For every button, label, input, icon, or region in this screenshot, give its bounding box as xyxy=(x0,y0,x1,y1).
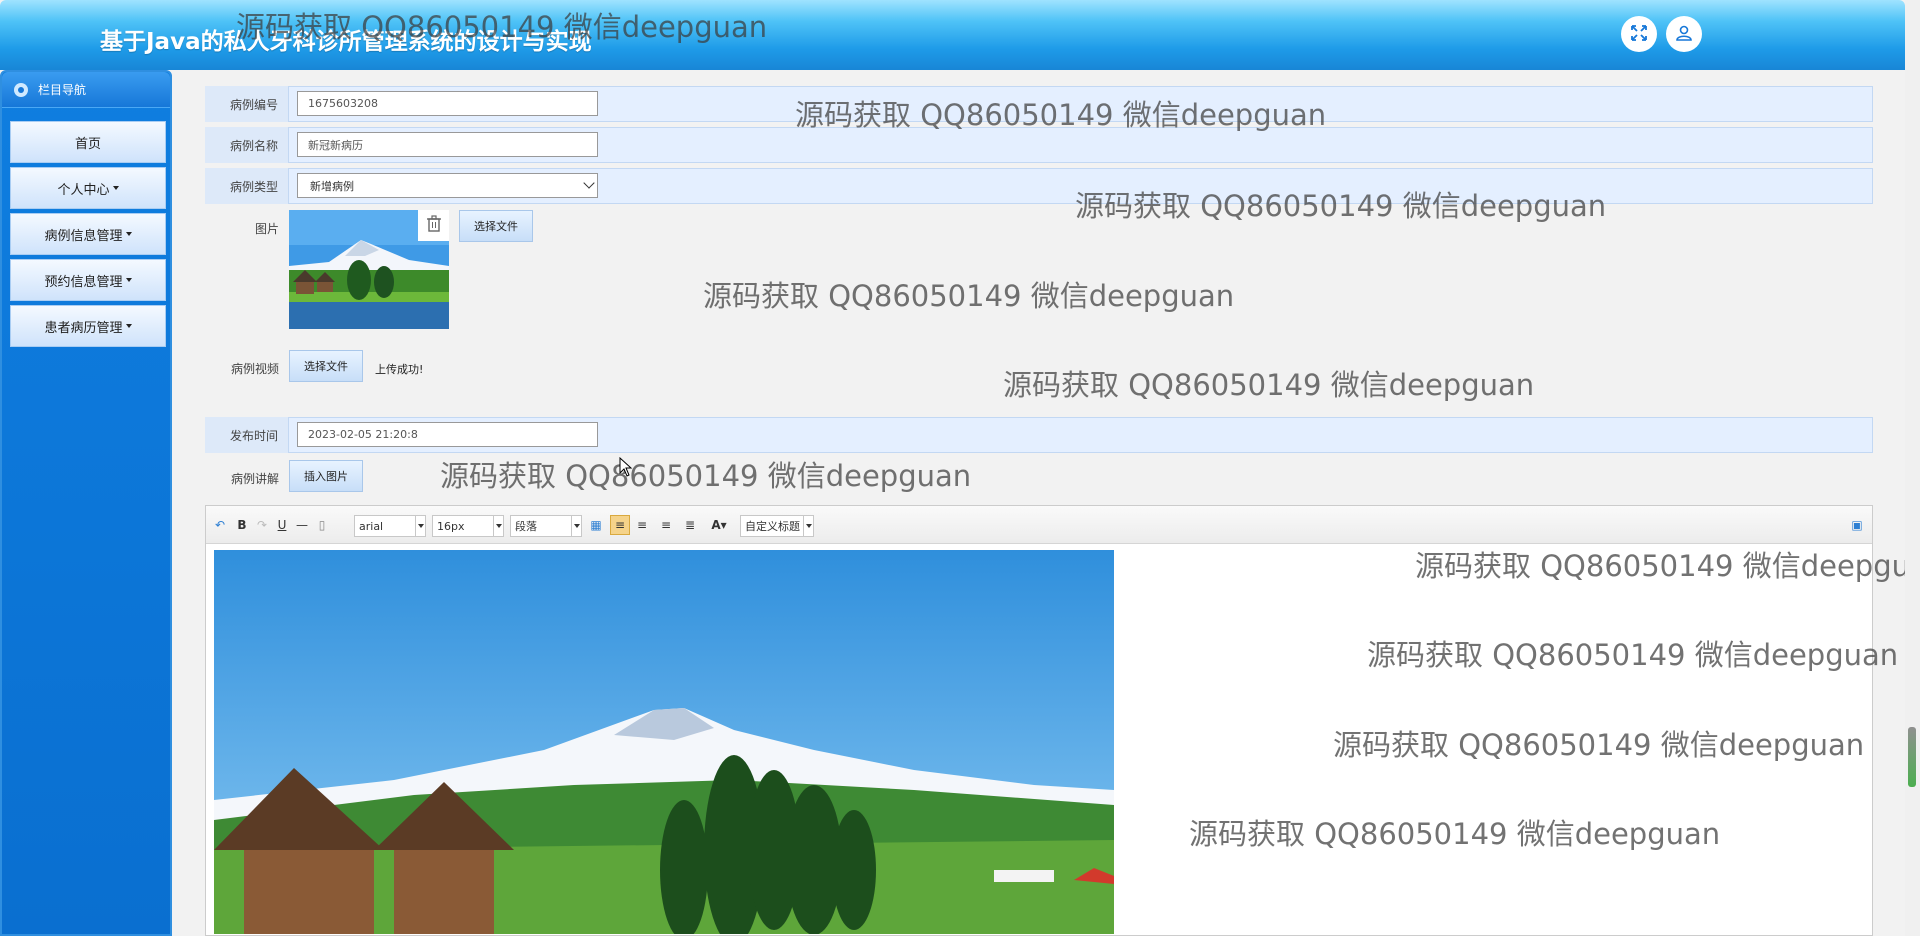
app-title: 基于Java的私人牙科诊所管理系统的设计与实现 xyxy=(100,29,592,55)
caret-down-icon xyxy=(112,186,119,190)
custom-title-select[interactable]: 自定义标题 xyxy=(740,515,814,537)
case-number-label: 病例编号 xyxy=(205,86,289,122)
sidebar-item-label: 预约信息管理 xyxy=(44,274,123,290)
sidebar: 栏目导航 首页 个人中心 病例信息管理 预约信息管理 患者病历管理 xyxy=(0,70,172,936)
explanation-label: 病例讲解 xyxy=(230,471,279,486)
case-type-label: 病例类型 xyxy=(205,168,289,204)
table-button[interactable]: ▦ xyxy=(588,515,604,535)
sidebar-heading-label: 栏目导航 xyxy=(38,83,87,97)
undo-icon: ↶ xyxy=(214,518,226,532)
case-type-select[interactable]: 新增病例 xyxy=(297,173,598,198)
table-icon: ▦ xyxy=(590,518,602,532)
bold-button[interactable]: B xyxy=(234,515,250,535)
undo-button[interactable]: ↶ xyxy=(212,515,228,535)
document-icon: ▯ xyxy=(318,518,326,532)
page-break-button[interactable]: ▯ xyxy=(314,515,330,535)
delete-image-button[interactable] xyxy=(418,210,449,241)
align-left-icon: ≡ xyxy=(614,518,626,532)
sidebar-item-personal-center[interactable]: 个人中心 xyxy=(10,167,166,209)
chevron-down-icon xyxy=(415,516,425,536)
image-label: 图片 xyxy=(254,221,279,236)
font-size-value: 16px xyxy=(437,519,465,533)
trash-icon xyxy=(426,215,442,236)
redo-icon: ↷ xyxy=(256,518,268,532)
fullscreen-icon xyxy=(1629,23,1649,46)
rich-text-editor: ↶ B ↷ U — ▯ arial 16px 段落 ▦ ≡ ≡ ≡ ≣ A▾ 自… xyxy=(205,505,1873,936)
publish-time-label: 发布时间 xyxy=(205,417,289,453)
nav-bullet-icon xyxy=(14,82,28,97)
underline-button[interactable]: U xyxy=(274,515,290,535)
chevron-down-icon xyxy=(803,516,813,536)
sidebar-item-label: 首页 xyxy=(74,136,101,152)
watermark-text: 源码获取 QQ86050149 微信deepguan xyxy=(440,459,972,493)
chevron-down-icon xyxy=(583,177,595,189)
scrollbar-thumb[interactable] xyxy=(1908,727,1916,787)
app-header: 基于Java的私人牙科诊所管理系统的设计与实现 xyxy=(0,0,1905,70)
font-family-select[interactable]: arial xyxy=(354,515,426,537)
align-center-button[interactable]: ≡ xyxy=(658,515,674,535)
video-label: 病例视频 xyxy=(230,361,279,376)
case-name-label: 病例名称 xyxy=(205,127,289,163)
align-right-icon: ≡ xyxy=(636,518,648,532)
mouse-cursor-icon xyxy=(619,456,633,480)
align-justify-button[interactable]: ≣ xyxy=(682,515,698,535)
sidebar-item-label: 病例信息管理 xyxy=(44,228,123,244)
custom-title-value: 自定义标题 xyxy=(745,520,800,533)
sidebar-item-case-info[interactable]: 病例信息管理 xyxy=(10,213,166,255)
fullscreen-editor-icon: ▣ xyxy=(1851,518,1863,532)
choose-video-button[interactable]: 选择文件 xyxy=(289,350,363,382)
publish-time-input[interactable] xyxy=(297,422,598,447)
content-image xyxy=(214,550,1114,934)
case-type-value: 新增病例 xyxy=(310,179,354,193)
font-size-select[interactable]: 16px xyxy=(432,515,504,537)
sidebar-item-patient-records[interactable]: 患者病历管理 xyxy=(10,305,166,347)
align-justify-icon: ≣ xyxy=(684,518,696,532)
font-family-value: arial xyxy=(359,519,384,533)
fullscreen-editor-button[interactable]: ▣ xyxy=(1849,515,1865,535)
case-number-input[interactable] xyxy=(297,91,598,116)
choose-image-button[interactable]: 选择文件 xyxy=(459,210,533,242)
caret-down-icon xyxy=(125,278,132,282)
sidebar-item-label: 患者病历管理 xyxy=(44,320,123,336)
horizontal-rule-button[interactable]: — xyxy=(294,515,310,535)
align-right-button[interactable]: ≡ xyxy=(634,515,650,535)
paragraph-select[interactable]: 段落 xyxy=(510,515,582,537)
user-icon xyxy=(1674,23,1694,46)
case-name-input[interactable] xyxy=(297,132,598,157)
watermark-text: 源码获取 QQ86050149 微信deepguan xyxy=(1003,368,1535,402)
insert-image-button[interactable]: 插入图片 xyxy=(289,460,363,492)
sidebar-item-appointment[interactable]: 预约信息管理 xyxy=(10,259,166,301)
font-color-icon: A▾ xyxy=(711,518,727,532)
page-scrollbar[interactable] xyxy=(1905,0,1920,936)
user-button[interactable] xyxy=(1666,16,1702,52)
sidebar-item-home[interactable]: 首页 xyxy=(10,121,166,163)
editor-toolbar: ↶ B ↷ U — ▯ arial 16px 段落 ▦ ≡ ≡ ≡ ≣ A▾ 自… xyxy=(206,506,1872,544)
sidebar-heading: 栏目导航 xyxy=(2,72,170,108)
caret-down-icon xyxy=(125,232,132,236)
align-center-icon: ≡ xyxy=(660,518,672,532)
underline-icon: U xyxy=(277,518,287,532)
horizontal-rule-icon: — xyxy=(296,518,308,532)
paragraph-value: 段落 xyxy=(515,520,537,533)
caret-down-icon xyxy=(125,324,132,328)
fullscreen-button[interactable] xyxy=(1621,16,1657,52)
bold-icon: B xyxy=(237,518,247,532)
align-left-button[interactable]: ≡ xyxy=(610,515,630,535)
chevron-down-icon xyxy=(493,516,503,536)
sidebar-item-label: 个人中心 xyxy=(57,182,110,198)
watermark-text: 源码获取 QQ86050149 微信deepguan xyxy=(703,279,1235,313)
redo-button[interactable]: ↷ xyxy=(254,515,270,535)
font-color-button[interactable]: A▾ xyxy=(708,515,730,535)
chevron-down-icon xyxy=(571,516,581,536)
upload-status: 上传成功! xyxy=(375,363,424,376)
